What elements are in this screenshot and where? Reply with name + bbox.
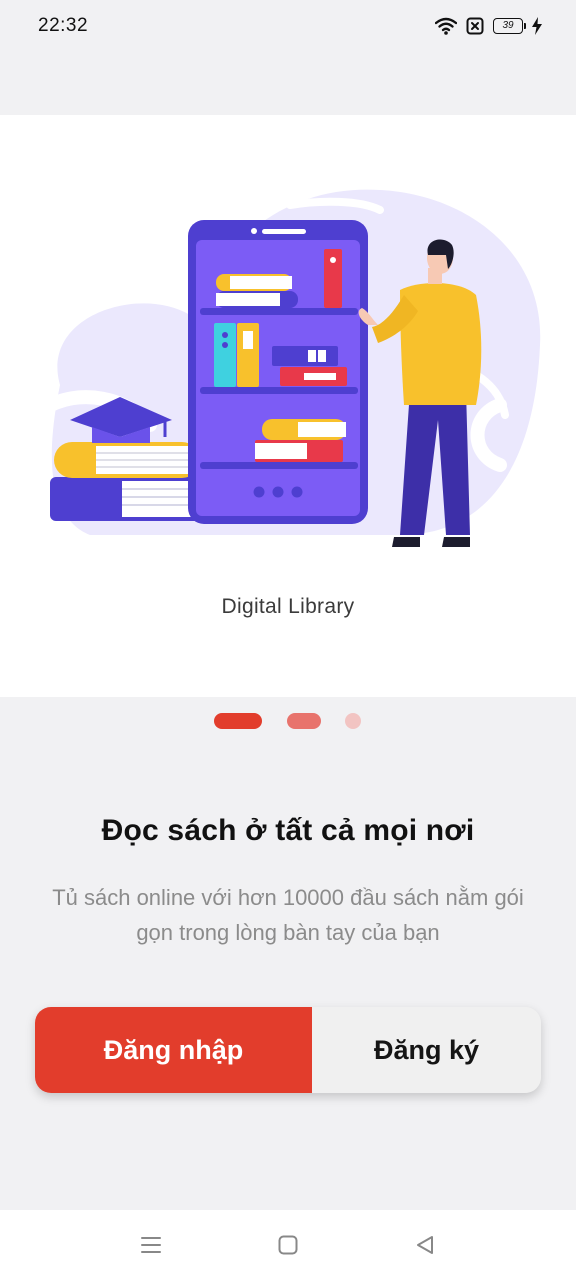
hero-card: Digital Library [0, 115, 576, 697]
status-bar: 22:32 39 [0, 0, 576, 52]
home-icon[interactable] [275, 1232, 301, 1258]
status-time: 22:32 [38, 15, 89, 36]
status-icons: 39 [435, 17, 542, 35]
back-icon[interactable] [412, 1232, 438, 1258]
digital-library-illustration [35, 189, 541, 547]
page-dot[interactable] [287, 713, 321, 729]
welcome-screen: 22:32 39 Digital Library Đọc sách ở tất … [0, 0, 576, 1280]
hero-caption: Digital Library [221, 595, 355, 618]
sim-off-icon [466, 17, 484, 35]
page-dot-active[interactable] [214, 713, 262, 729]
menu-icon[interactable] [138, 1232, 164, 1258]
page-dot[interactable] [345, 713, 361, 729]
onboarding-subtext: Tủ sách online với hơn 10000 đầu sách nằ… [52, 885, 524, 945]
battery-icon: 39 [493, 18, 526, 34]
onboarding-headline: Đọc sách ở tất cả mọi nơi [101, 814, 475, 847]
register-button[interactable]: Đăng ký [312, 1007, 541, 1093]
login-button[interactable]: Đăng nhập [35, 1007, 312, 1093]
charging-bolt-icon [532, 17, 542, 35]
wifi-icon [435, 17, 457, 35]
system-nav-bar [0, 1210, 576, 1280]
page-indicator [0, 713, 576, 731]
auth-button-group: Đăng nhập Đăng ký [35, 1007, 541, 1093]
